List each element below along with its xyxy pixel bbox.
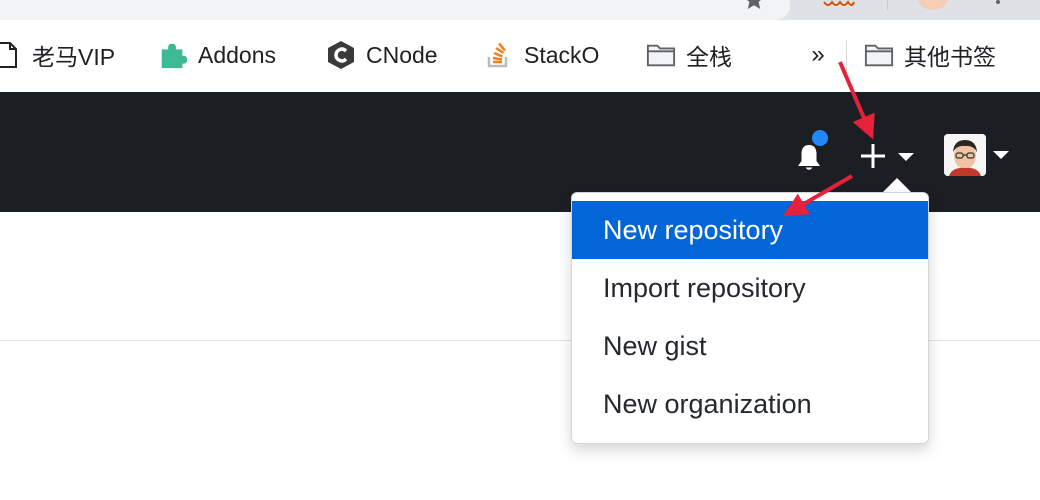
address-bar[interactable]	[0, 0, 790, 20]
cnode-logo-icon	[326, 40, 356, 70]
bookmarks-separator	[846, 40, 847, 74]
create-new-button[interactable]	[858, 140, 918, 172]
bookmark-addons[interactable]: Addons	[158, 40, 276, 70]
puzzle-piece-icon	[158, 40, 188, 70]
menu-item-import-repository[interactable]: Import repository	[572, 259, 928, 317]
menu-item-new-gist[interactable]: New gist	[572, 317, 928, 375]
bookmark-label: 老马VIP	[32, 44, 116, 70]
bookmark-label: 其他书签	[904, 44, 996, 70]
bookmarks-overflow-button[interactable]: »	[806, 40, 830, 70]
bookmark-stackoverflow[interactable]: StackO	[484, 40, 599, 70]
avatar	[944, 134, 986, 176]
bookmark-label: CNode	[366, 41, 438, 68]
create-new-dropdown: New repository Import repository New gis…	[571, 192, 929, 444]
caret-down-icon	[898, 153, 914, 161]
caret-down-icon	[993, 151, 1009, 159]
bookmark-laoma-vip[interactable]: 老马VIP	[0, 40, 115, 70]
document-icon	[0, 40, 22, 70]
plus-icon	[861, 144, 914, 168]
bookmark-star-icon[interactable]	[742, 0, 766, 12]
bookmark-other-bookmarks[interactable]: 其他书签	[864, 40, 996, 70]
profile-avatar[interactable]	[918, 0, 948, 10]
bookmark-label: StackO	[524, 41, 600, 68]
bookmark-folder-quanzhan[interactable]: 全栈	[646, 40, 732, 70]
user-menu-button[interactable]	[944, 134, 1014, 178]
folder-icon	[646, 40, 676, 70]
extension-icon[interactable]	[822, 0, 856, 8]
folder-icon	[864, 40, 894, 70]
browser-toolbar	[0, 0, 1040, 20]
bookmark-label: 全栈	[686, 44, 732, 70]
stackoverflow-icon	[484, 40, 514, 70]
bookmarks-bar: 老马VIP Addons CNode StackO 全栈 » 其他书签	[0, 20, 1040, 92]
chrome-menu-icon[interactable]	[996, 0, 1000, 4]
bookmark-cnode[interactable]: CNode	[326, 40, 438, 70]
notification-indicator	[810, 128, 830, 148]
menu-item-new-organization[interactable]: New organization	[572, 375, 928, 433]
toolbar-separator	[887, 0, 888, 10]
bookmark-label: Addons	[198, 41, 277, 68]
menu-item-new-repository[interactable]: New repository	[572, 201, 928, 259]
dropdown-caret	[882, 178, 912, 193]
browser-window: 老马VIP Addons CNode StackO 全栈 » 其他书签 New …	[0, 0, 1040, 500]
